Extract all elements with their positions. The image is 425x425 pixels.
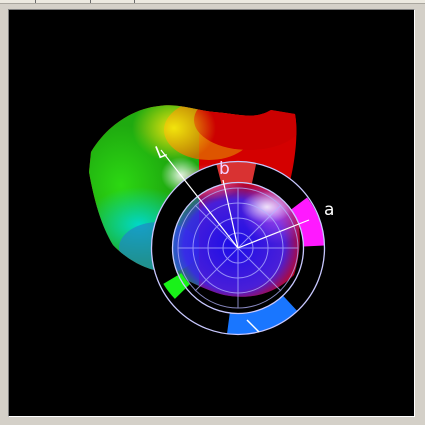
menu-separator <box>90 0 91 3</box>
a-axis-label: a <box>324 200 334 220</box>
b-axis-label: b <box>219 159 230 179</box>
menu-strip-edge <box>0 0 425 4</box>
lab-color-surface-render: L a b <box>89 105 334 336</box>
app-window: L a b <box>0 0 425 425</box>
menu-separator <box>134 0 135 3</box>
menu-separator <box>35 0 36 3</box>
hue-segment-magenta <box>290 197 325 247</box>
3d-color-space-viewport[interactable]: L a b <box>8 9 415 417</box>
